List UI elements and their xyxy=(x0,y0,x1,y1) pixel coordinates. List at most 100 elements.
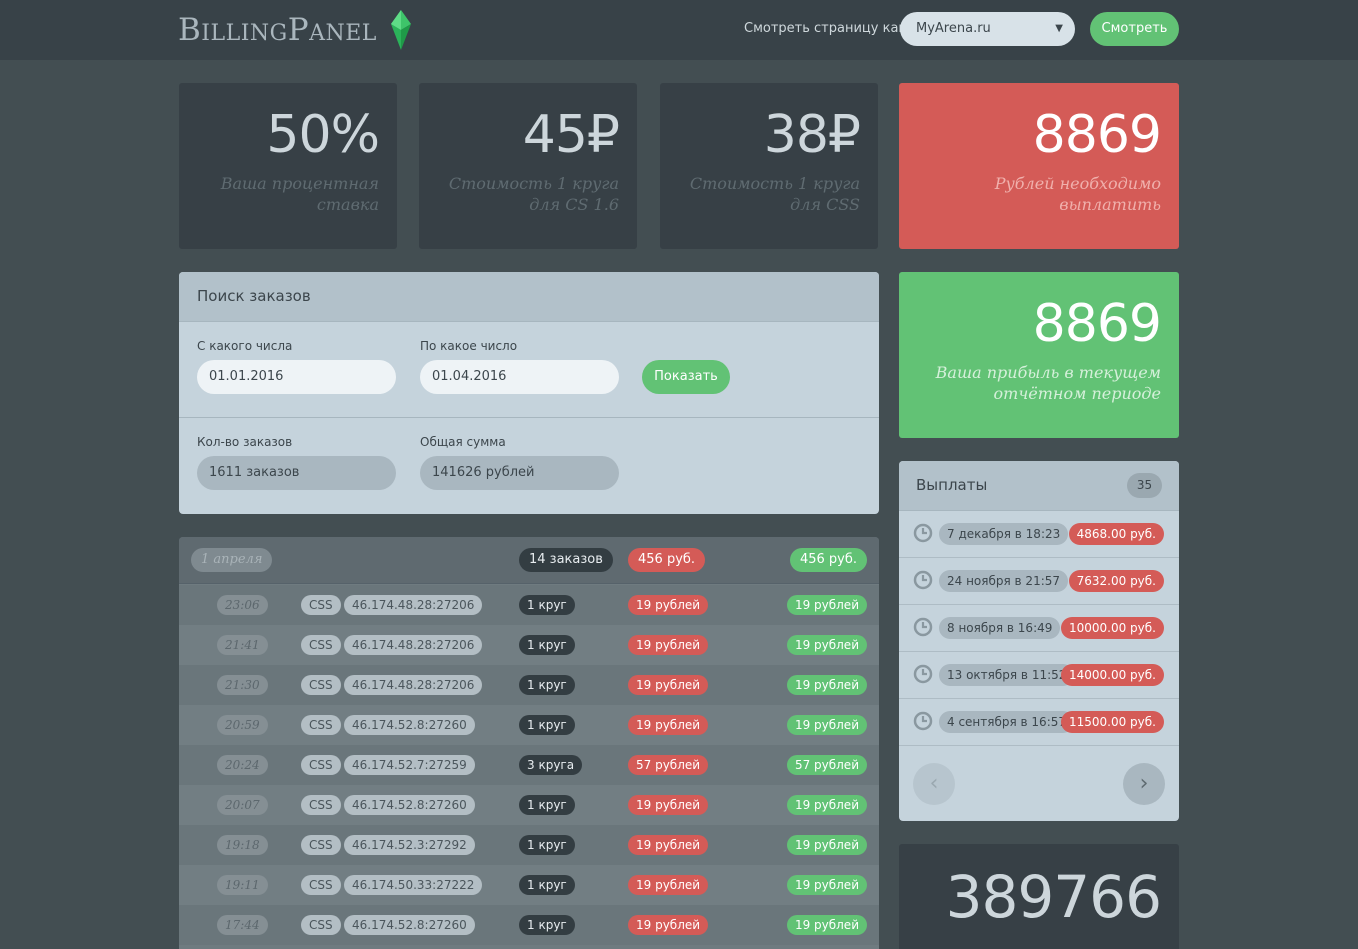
cs16-price-caption-line1: Стоимость 1 круга xyxy=(448,174,619,193)
order-profit: 19 рублей xyxy=(786,595,867,615)
order-rounds: 1 круг xyxy=(519,835,575,855)
clock-icon xyxy=(913,711,933,731)
order-time: 19:11 xyxy=(217,875,268,895)
order-profit: 19 рублей xyxy=(786,915,867,935)
total-sum-value: 141626 рублей xyxy=(420,456,619,490)
profit-card: 8869 Ваша прибыль в текущем отчётном пер… xyxy=(899,272,1179,438)
payout-date: 7 декабря в 18:23 xyxy=(939,523,1069,545)
order-time: 19:18 xyxy=(217,835,268,855)
order-server: 46.174.52.8:27260 xyxy=(344,915,475,935)
view-button[interactable]: Смотреть xyxy=(1090,12,1179,46)
group-count-badge: 14 заказов xyxy=(519,548,613,572)
clock-icon xyxy=(913,617,933,637)
order-row[interactable]: 17:44 CSS 46.174.52.8:27260 1 круг 19 рублей… xyxy=(179,905,879,949)
order-time: 23:06 xyxy=(217,595,268,615)
order-game: CSS xyxy=(301,595,341,615)
logo-text: BillingPanel xyxy=(178,12,377,48)
order-profit: 19 рублей xyxy=(786,715,867,735)
order-profit: 19 рублей xyxy=(786,635,867,655)
show-button[interactable]: Показать xyxy=(642,360,730,394)
cs16-price-value: 45₽ xyxy=(522,105,620,165)
order-game: CSS xyxy=(301,835,341,855)
order-game: CSS xyxy=(301,795,341,815)
order-rounds: 1 круг xyxy=(519,795,575,815)
payout-row[interactable]: 24 ноября в 21:57 7632.00 руб. xyxy=(899,558,1179,605)
order-rounds: 1 круг xyxy=(519,875,575,895)
total-sum-label: Общая сумма xyxy=(420,435,506,449)
payout-date: 24 ноября в 21:57 xyxy=(939,570,1069,592)
payout-row[interactable]: 4 сентября в 16:57 11500.00 руб. xyxy=(899,699,1179,746)
order-rounds: 1 круг xyxy=(519,635,575,655)
order-server: 46.174.52.3:27292 xyxy=(344,835,475,855)
payout-amount: 14000.00 руб. xyxy=(1060,664,1164,686)
order-row[interactable]: 23:06 CSS 46.174.48.28:27206 1 круг 19 рубле… xyxy=(179,585,879,630)
order-cost: 57 рублей xyxy=(628,755,709,775)
order-time: 21:41 xyxy=(217,635,268,655)
rate-caption-line2: ставка xyxy=(316,195,379,214)
view-as-label: Смотреть страницу как xyxy=(744,21,907,36)
order-profit: 19 рублей xyxy=(786,795,867,815)
group-profit-badge: 456 руб. xyxy=(789,548,867,572)
order-cost: 19 рублей xyxy=(628,795,709,815)
order-row[interactable]: 20:24 CSS 46.174.52.7:27259 3 круга 57 рубле… xyxy=(179,745,879,790)
order-search-panel: Поиск заказов С какого числа 01.01.2016 … xyxy=(179,272,879,514)
payout-row[interactable]: 7 декабря в 18:23 4868.00 руб. xyxy=(899,511,1179,558)
order-server: 46.174.48.28:27206 xyxy=(344,595,483,615)
to-pay-caption-line1: Рублей необходимо xyxy=(994,174,1161,193)
date-to-input[interactable]: 01.04.2016 xyxy=(420,360,619,394)
to-pay-value: 8869 xyxy=(1032,105,1162,165)
payout-amount: 7632.00 руб. xyxy=(1068,570,1164,592)
clock-icon xyxy=(913,664,933,684)
order-count-label: Кол-во заказов xyxy=(197,435,293,449)
order-time: 20:24 xyxy=(217,755,268,775)
payout-amount: 4868.00 руб. xyxy=(1068,523,1164,545)
order-row[interactable]: 20:59 CSS 46.174.52.8:27260 1 круг 19 рублей… xyxy=(179,705,879,750)
rate-value: 50% xyxy=(266,105,380,165)
total-card: 389766 xyxy=(899,844,1179,949)
order-game: CSS xyxy=(301,635,341,655)
payout-row[interactable]: 8 ноября в 16:49 10000.00 руб. xyxy=(899,605,1179,652)
order-server: 46.174.48.28:27206 xyxy=(344,635,483,655)
css-price-caption-line2: для CSS xyxy=(790,195,860,214)
order-rounds: 1 круг xyxy=(519,715,575,735)
order-cost: 19 рублей xyxy=(628,675,709,695)
order-row[interactable]: 19:11 CSS 46.174.50.33:27222 1 круг 19 рубле… xyxy=(179,865,879,910)
order-row[interactable]: 19:18 CSS 46.174.52.3:27292 1 круг 19 рублей… xyxy=(179,825,879,870)
order-time: 20:07 xyxy=(217,795,268,815)
payouts-header: Выплаты 35 xyxy=(899,461,1179,511)
order-game: CSS xyxy=(301,675,341,695)
order-cost: 19 рублей xyxy=(628,915,709,935)
date-from-label: С какого числа xyxy=(197,339,293,353)
rate-caption-line1: Ваша процентная xyxy=(220,174,379,193)
order-game: CSS xyxy=(301,715,341,735)
profit-value: 8869 xyxy=(1032,294,1162,354)
to-pay-card: 8869 Рублей необходимо выплатить xyxy=(899,83,1179,249)
order-cost: 19 рублей xyxy=(628,715,709,735)
order-server: 46.174.52.8:27260 xyxy=(344,795,475,815)
payout-amount: 11500.00 руб. xyxy=(1060,711,1164,733)
caret-down-icon: ▼ xyxy=(1055,23,1063,34)
order-rounds: 1 круг xyxy=(519,915,575,935)
css-price-card: 38₽ Стоимость 1 круга для CSS xyxy=(660,83,878,249)
orders-group-header[interactable]: 1 апреля 14 заказов 456 руб. 456 руб. xyxy=(179,537,879,584)
order-server: 46.174.52.7:27259 xyxy=(344,755,475,775)
date-to-label: По какое число xyxy=(420,339,518,353)
order-count-value: 1611 заказов xyxy=(197,456,396,490)
order-cost: 19 рублей xyxy=(628,835,709,855)
payout-amount: 10000.00 руб. xyxy=(1060,617,1164,639)
to-pay-caption-line2: выплатить xyxy=(1059,195,1161,214)
order-profit: 19 рублей xyxy=(786,875,867,895)
order-game: CSS xyxy=(301,915,341,935)
order-row[interactable]: 21:41 CSS 46.174.48.28:27206 1 круг 19 рубле… xyxy=(179,625,879,670)
payout-row[interactable]: 13 октября в 11:52 14000.00 руб. xyxy=(899,652,1179,699)
logo[interactable]: BillingPanel xyxy=(178,10,413,50)
order-rounds: 1 круг xyxy=(519,595,575,615)
order-row[interactable]: 20:07 CSS 46.174.52.8:27260 1 круг 19 рублей… xyxy=(179,785,879,830)
site-select[interactable]: MyArena.ru ▼ xyxy=(900,12,1075,46)
order-row[interactable]: 21:30 CSS 46.174.48.28:27206 1 круг 19 рубле… xyxy=(179,665,879,710)
order-profit: 19 рублей xyxy=(786,675,867,695)
chevron-left-icon[interactable]: ‹ xyxy=(913,763,955,805)
cs16-price-caption-line2: для CS 1.6 xyxy=(529,195,619,214)
chevron-right-icon[interactable]: › xyxy=(1123,763,1165,805)
date-from-input[interactable]: 01.01.2016 xyxy=(197,360,396,394)
